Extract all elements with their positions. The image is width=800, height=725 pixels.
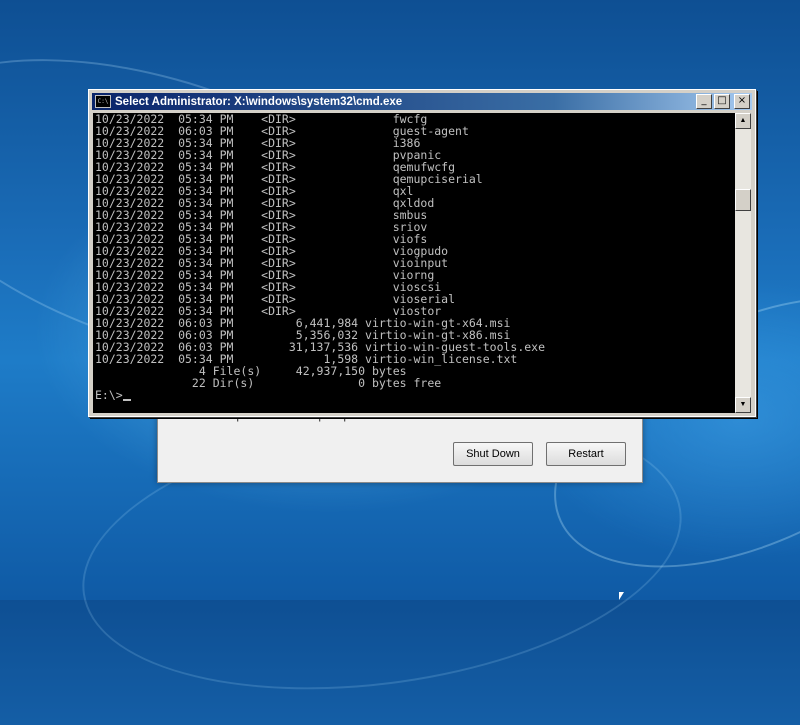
cmd-window[interactable]: C:\ Select Administrator: X:\windows\sys… <box>88 89 756 417</box>
scroll-down-icon[interactable]: ▼ <box>735 397 751 413</box>
close-button[interactable]: × <box>734 94 750 109</box>
text-cursor <box>122 399 131 401</box>
mouse-pointer-icon <box>619 592 624 600</box>
desktop: { "window": { "title": "Select Administr… <box>0 0 800 725</box>
cmd-window-icon[interactable]: C:\ <box>95 95 111 108</box>
command-prompt-line[interactable]: E:\> <box>93 389 735 401</box>
directory-listing: 10/23/2022 05:34 PM <DIR> fwcfg 10/23/202… <box>93 113 735 365</box>
console-output[interactable]: 10/23/2022 05:34 PM <DIR> fwcfg 10/23/202… <box>93 113 735 413</box>
restart-button[interactable]: Restart <box>546 442 626 466</box>
vertical-scrollbar[interactable]: ▲ ▼ <box>735 113 751 413</box>
prompt-text: E:\> <box>95 388 123 402</box>
dir-summary: 22 Dir(s) 0 bytes free <box>95 376 442 390</box>
maximize-button[interactable]: □ <box>714 94 730 109</box>
scroll-up-icon[interactable]: ▲ <box>735 113 751 129</box>
window-controls: _ □ × <box>696 94 750 109</box>
shut-down-button[interactable]: Shut Down <box>453 442 533 466</box>
title-bar[interactable]: C:\ Select Administrator: X:\windows\sys… <box>92 93 752 110</box>
scroll-thumb[interactable] <box>735 189 751 211</box>
minimize-button[interactable]: _ <box>696 94 712 109</box>
window-title: Select Administrator: X:\windows\system3… <box>115 95 403 108</box>
